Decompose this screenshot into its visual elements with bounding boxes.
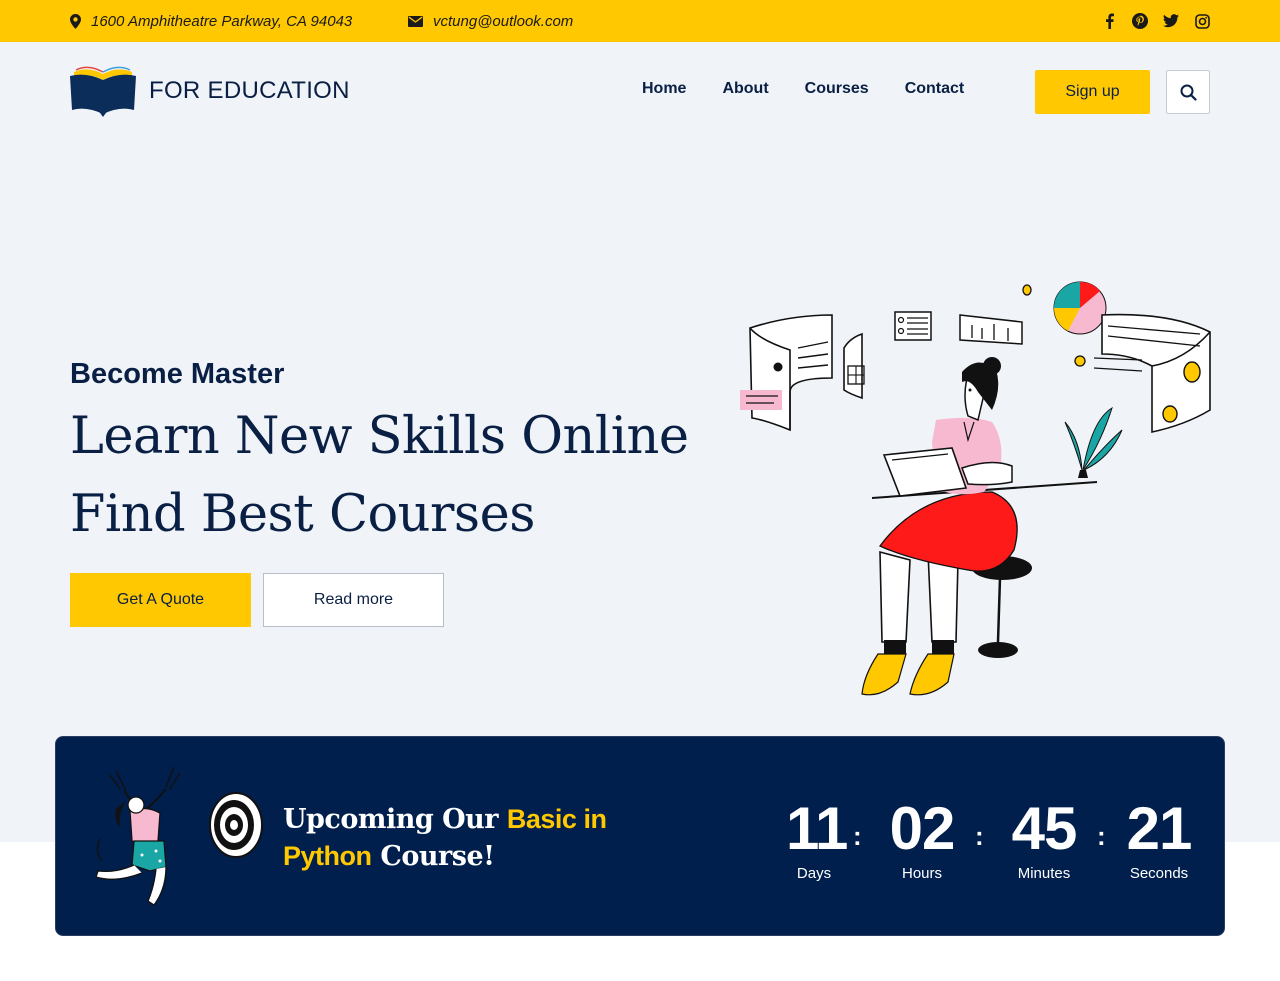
banner-title-part2: Course! <box>371 841 495 872</box>
twitter-icon[interactable] <box>1163 13 1179 29</box>
location-pin-icon <box>70 13 81 29</box>
countdown-days-value: 11 <box>786 795 848 862</box>
email-info: vctung@outlook.com <box>408 0 573 42</box>
jumping-kid-illustration <box>95 766 181 906</box>
hero-title-line-2: Find Best Courses <box>70 485 535 544</box>
nav-contact[interactable]: Contact <box>905 80 965 98</box>
site-logo[interactable]: FOR EDUCATION <box>70 64 350 118</box>
countdown-days: 11 Days <box>786 795 848 883</box>
countdown-seconds: 21 Seconds <box>1124 795 1194 883</box>
pinterest-icon[interactable] <box>1132 13 1148 29</box>
countdown-hours-label: Hours <box>901 865 942 882</box>
countdown-hours: 02 Hours <box>882 795 962 883</box>
main-nav: Home About Courses Contact <box>642 80 964 98</box>
nav-courses[interactable]: Courses <box>805 80 869 98</box>
countdown-banner: Upcoming Our Basic in Python Course! 11 … <box>55 736 1225 936</box>
target-icon <box>209 792 263 858</box>
social-links <box>1101 0 1210 42</box>
banner-title-highlight1: Basic in <box>506 804 607 834</box>
banner-title: Upcoming Our Basic in Python Course! <box>283 801 607 875</box>
search-button[interactable] <box>1166 70 1210 114</box>
countdown-minutes: 45 Minutes <box>1004 795 1084 883</box>
address-text: 1600 Amphitheatre Parkway, CA 94043 <box>91 12 353 30</box>
open-book-icon <box>70 66 136 117</box>
email-text[interactable]: vctung@outlook.com <box>433 13 573 30</box>
envelope-icon <box>408 15 423 27</box>
address-info: 1600 Amphitheatre Parkway, CA 94043 <box>70 0 352 42</box>
countdown-seconds-label: Seconds <box>1129 865 1189 882</box>
countdown-seconds-value: 21 <box>1126 795 1193 862</box>
hero-title: Learn New Skills Online Find Best Course… <box>70 398 689 554</box>
top-bar: 1600 Amphitheatre Parkway, CA 94043 vctu… <box>0 0 1280 42</box>
banner-title-highlight2: Python <box>283 841 372 871</box>
countdown-minutes-label: Minutes <box>1017 865 1071 882</box>
facebook-icon[interactable] <box>1101 13 1117 29</box>
nav-about[interactable]: About <box>722 80 768 98</box>
nav-home[interactable]: Home <box>642 80 686 98</box>
countdown-minutes-value: 45 <box>1011 795 1078 862</box>
countdown-separator: : <box>1097 821 1106 851</box>
get-quote-button[interactable]: Get A Quote <box>70 573 251 627</box>
countdown-days-label: Days <box>796 865 832 882</box>
signup-button[interactable]: Sign up <box>1035 70 1150 114</box>
instagram-icon[interactable] <box>1194 13 1210 29</box>
banner-title-part1: Upcoming Our <box>283 804 507 835</box>
countdown-separator: : <box>975 821 984 851</box>
logo-text: FOR EDUCATION <box>149 77 350 104</box>
hero-subtitle: Become Master <box>70 358 285 390</box>
hero-title-line-1: Learn New Skills Online <box>70 407 689 466</box>
search-icon <box>1180 84 1197 101</box>
read-more-button[interactable]: Read more <box>263 573 444 627</box>
hero-illustration <box>740 281 1211 696</box>
countdown-hours-value: 02 <box>889 795 956 862</box>
countdown-separator: : <box>853 821 862 851</box>
